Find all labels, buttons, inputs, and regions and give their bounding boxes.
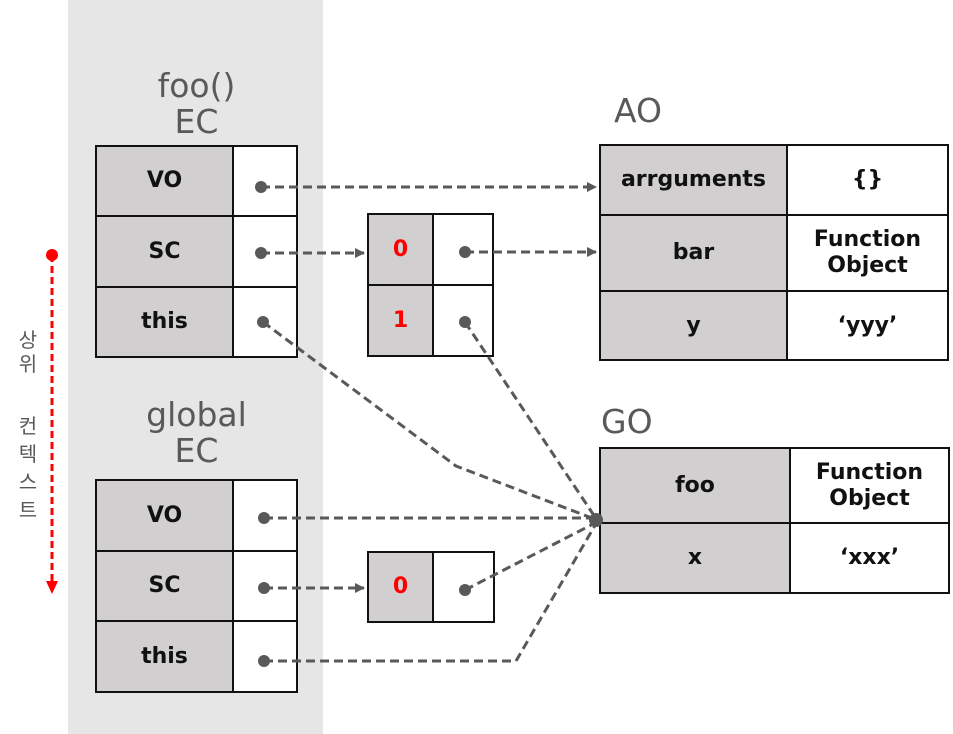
pointer-dot <box>258 512 270 524</box>
pointer-dot <box>258 655 270 667</box>
pointer-dot <box>258 582 270 594</box>
foo-this-to-go-line <box>262 320 598 522</box>
pointer-dot <box>459 246 471 258</box>
go-junction-dot <box>589 513 603 527</box>
global-scope0-to-go-line <box>464 520 598 592</box>
context-arrow-head <box>46 581 58 594</box>
connector-layer <box>46 181 603 667</box>
scope1-to-go-line <box>463 321 599 521</box>
pointer-dot <box>255 247 267 259</box>
context-arrow-start-dot <box>46 249 58 261</box>
pointer-dot <box>459 584 471 596</box>
global-this-to-go-line <box>264 521 599 663</box>
pointer-dot <box>255 181 267 193</box>
pointer-dot <box>459 316 471 328</box>
pointer-dot <box>257 316 269 328</box>
